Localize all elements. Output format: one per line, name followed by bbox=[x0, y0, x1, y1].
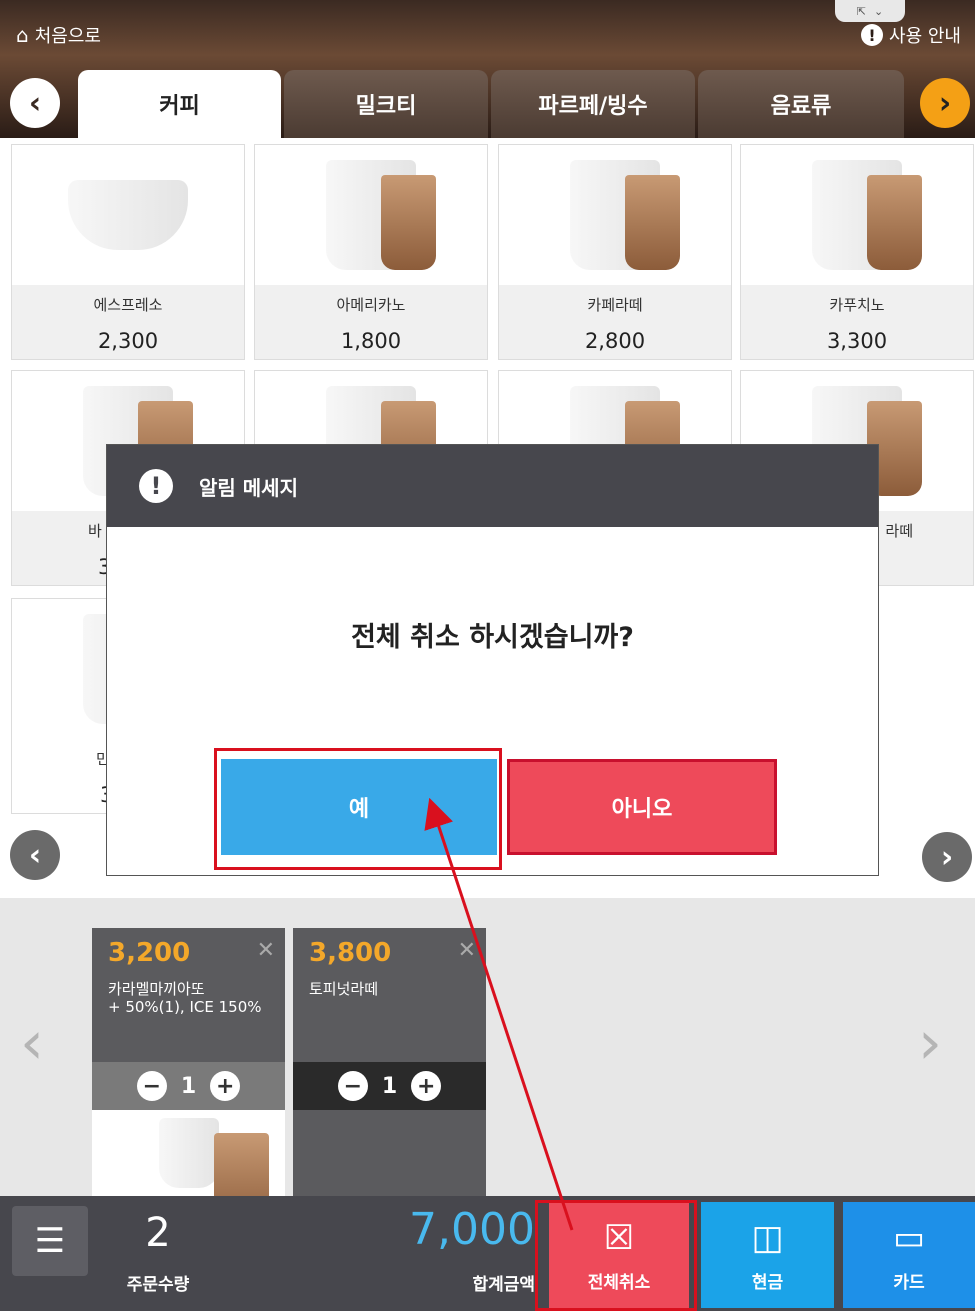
tab-prev-button[interactable]: ‹ bbox=[10, 78, 60, 128]
minus-icon[interactable]: − bbox=[136, 1071, 167, 1101]
order-item: 3,800 ✕ 토피넛라떼 − 1 + bbox=[293, 928, 486, 1196]
info-icon: ! bbox=[861, 24, 884, 46]
annotation-highlight-yes bbox=[214, 748, 502, 870]
tab-drinks[interactable]: 음료류 bbox=[698, 70, 904, 138]
order-count: 2 bbox=[145, 1210, 171, 1256]
chevron-right-icon[interactable]: › bbox=[918, 1008, 942, 1078]
chevron-left-icon: ‹ bbox=[28, 85, 42, 121]
order-count-label: 주문수량 bbox=[126, 1275, 190, 1295]
no-button[interactable]: 아니오 bbox=[507, 759, 777, 855]
product-name: 아메리카노 bbox=[255, 285, 487, 323]
order-item-image bbox=[92, 1110, 285, 1228]
quantity-value: 1 bbox=[180, 1073, 197, 1099]
order-item-price: 3,800 bbox=[309, 938, 392, 968]
product-name: 에스프레소 bbox=[12, 285, 244, 323]
product-card[interactable]: 카푸치노 3,300 bbox=[740, 144, 974, 360]
quantity-stepper: − 1 + bbox=[92, 1062, 285, 1110]
bottom-bar: ☰ 2 주문수량 7,000 합계금액 ☒ 전체취소 ◫ 현금 ▭ 카드 bbox=[0, 1196, 975, 1311]
product-price: 3,300 bbox=[741, 323, 973, 359]
chevron-left-icon[interactable]: ‹ bbox=[20, 1008, 44, 1078]
product-price: 2,300 bbox=[12, 323, 244, 359]
product-name: 카페라떼 bbox=[499, 285, 731, 323]
order-item: 3,200 ✕ 카라멜마끼아또 + 50%(1), ICE 150% − 1 + bbox=[92, 928, 285, 1228]
guide-button[interactable]: ! 사용 안내 bbox=[861, 22, 961, 48]
dialog-header: ! 알림 메세지 bbox=[107, 445, 878, 527]
product-image bbox=[741, 145, 973, 285]
chevron-down-icon[interactable]: ⌄ bbox=[874, 5, 883, 18]
chevron-right-icon: › bbox=[938, 85, 952, 121]
header: ⌂ 처음으로 ⇱ ⌄ ! 사용 안내 ‹ 커피 밀크티 파르페/빙수 음료류 › bbox=[0, 0, 975, 138]
product-card[interactable]: 아메리카노 1,800 bbox=[254, 144, 488, 360]
plus-icon[interactable]: + bbox=[411, 1071, 442, 1101]
guide-label: 사용 안내 bbox=[889, 26, 961, 47]
product-card[interactable]: 카페라떼 2,800 bbox=[498, 144, 732, 360]
dialog-title: 알림 메세지 bbox=[199, 475, 298, 500]
product-price: 1,800 bbox=[255, 323, 487, 359]
close-icon[interactable]: ✕ bbox=[458, 938, 476, 963]
product-price: 2,800 bbox=[499, 323, 731, 359]
dialog-message: 전체 취소 하시겠습니까? bbox=[351, 622, 634, 653]
close-icon[interactable]: ✕ bbox=[257, 938, 275, 963]
cash-icon: ◫ bbox=[751, 1217, 784, 1258]
category-tabs: ‹ 커피 밀크티 파르페/빙수 음료류 › bbox=[0, 70, 975, 138]
order-item-name: 토피넛라떼 bbox=[309, 980, 379, 998]
home-label: 처음으로 bbox=[34, 26, 101, 47]
home-button[interactable]: ⌂ 처음으로 bbox=[16, 22, 101, 48]
plus-icon[interactable]: + bbox=[210, 1071, 241, 1101]
annotation-highlight-cancel bbox=[535, 1200, 697, 1311]
order-area: ‹ › 3,200 ✕ 카라멜마끼아또 + 50%(1), ICE 150% −… bbox=[0, 898, 975, 1228]
tab-coffee[interactable]: 커피 bbox=[78, 70, 281, 138]
card-button[interactable]: ▭ 카드 bbox=[843, 1202, 975, 1308]
window-controls[interactable]: ⇱ ⌄ bbox=[835, 0, 905, 22]
grid-next-button[interactable]: › bbox=[922, 832, 972, 882]
product-image bbox=[255, 145, 487, 285]
chevron-right-icon: › bbox=[940, 839, 954, 875]
product-card[interactable]: 에스프레소 2,300 bbox=[11, 144, 245, 360]
order-item-name: 카라멜마끼아또 + 50%(1), ICE 150% bbox=[108, 980, 262, 1016]
tab-parfait[interactable]: 파르페/빙수 bbox=[491, 70, 695, 138]
product-image bbox=[499, 145, 731, 285]
menu-icon: ☰ bbox=[34, 1221, 66, 1261]
chevron-left-icon: ‹ bbox=[28, 837, 42, 873]
product-image bbox=[12, 145, 244, 285]
tab-milk-tea[interactable]: 밀크티 bbox=[284, 70, 488, 138]
expand-icon[interactable]: ⇱ bbox=[857, 5, 866, 18]
cash-button[interactable]: ◫ 현금 bbox=[701, 1202, 834, 1308]
order-total: 7,000 bbox=[409, 1204, 535, 1255]
minus-icon[interactable]: − bbox=[337, 1071, 368, 1101]
order-total-label: 합계금액 bbox=[472, 1275, 535, 1295]
order-item-price: 3,200 bbox=[108, 938, 191, 968]
quantity-stepper: − 1 + bbox=[293, 1062, 486, 1110]
quantity-value: 1 bbox=[381, 1073, 398, 1099]
credit-card-icon: ▭ bbox=[892, 1217, 926, 1258]
product-name: 카푸치노 bbox=[741, 285, 973, 323]
tab-next-button[interactable]: › bbox=[920, 78, 970, 128]
menu-button[interactable]: ☰ bbox=[12, 1206, 88, 1276]
home-icon: ⌂ bbox=[16, 23, 29, 47]
alert-icon: ! bbox=[139, 469, 173, 503]
grid-prev-button[interactable]: ‹ bbox=[10, 830, 60, 880]
